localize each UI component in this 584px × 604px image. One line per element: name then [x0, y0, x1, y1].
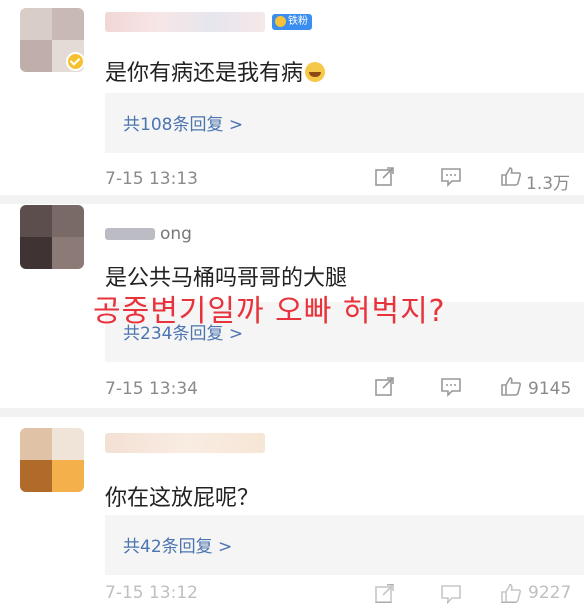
comment-text-content: 你在这放屁呢？	[105, 486, 260, 511]
view-replies-link[interactable]: 共42条回复 >	[123, 532, 232, 557]
comment-icon[interactable]	[440, 377, 462, 397]
verified-badge-icon	[66, 52, 85, 71]
avatar[interactable]	[20, 205, 84, 269]
korean-translation-overlay: 공중변기일까 오빠 허벅지?	[93, 294, 446, 329]
view-replies-link[interactable]: 共108条回复 >	[123, 110, 243, 135]
comment-divider	[0, 408, 584, 417]
fan-badge-icon	[275, 16, 286, 27]
cropped-edge	[0, 585, 584, 602]
reply-box: 共42条回复 >	[105, 515, 584, 575]
comment-time: 7-15 13:13	[105, 169, 198, 189]
like-icon[interactable]	[500, 376, 522, 396]
comment-time: 7-15 13:34	[105, 379, 198, 399]
username-partial: ong	[160, 224, 192, 244]
share-icon[interactable]	[374, 167, 396, 187]
like-count: 9145	[528, 379, 572, 399]
like-count: 1.3万	[526, 174, 571, 194]
share-icon[interactable]	[374, 377, 396, 397]
fan-badge-label: 铁粉	[288, 16, 308, 27]
comment-divider	[0, 195, 584, 204]
reply-box: 共108条回复 >	[105, 93, 584, 153]
comment-text[interactable]: 你在这放屁呢？	[105, 480, 259, 512]
username-blurred[interactable]	[105, 12, 265, 32]
comment-icon[interactable]	[440, 167, 462, 187]
emoji-sweat-smile-icon	[305, 62, 326, 82]
comment-text[interactable]: 是你有病还是我有病	[105, 55, 326, 87]
avatar[interactable]	[20, 428, 84, 492]
like-icon[interactable]	[500, 166, 522, 186]
fan-badge: 铁粉	[272, 14, 312, 30]
username-blurred[interactable]	[105, 433, 265, 453]
comment-text-content: 是你有病还是我有病	[105, 61, 304, 86]
username-blurred[interactable]	[105, 228, 155, 240]
